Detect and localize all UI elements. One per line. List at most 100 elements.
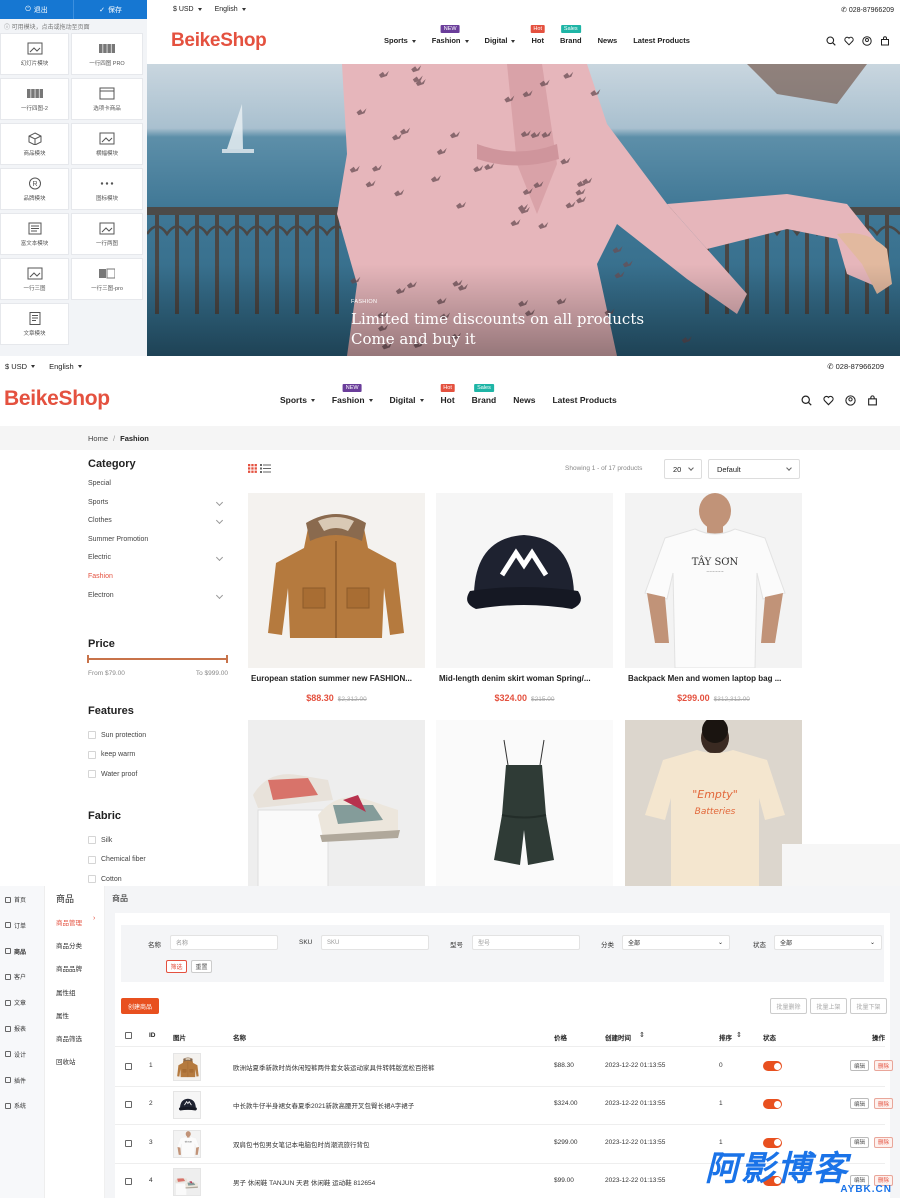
save-button[interactable]: ✓ 保存 (74, 0, 147, 19)
sort-select[interactable]: Default (708, 459, 800, 479)
filter-button[interactable]: 筛选 (166, 960, 187, 973)
edit-button[interactable]: 编辑 (850, 1098, 869, 1110)
nav-item-digital[interactable]: Digital (485, 36, 516, 45)
category-item[interactable]: Electric (88, 554, 111, 561)
checkbox[interactable] (88, 731, 96, 739)
row-name[interactable]: 欧洲站夏季新款时尚休闲短裤两件套女装运动家具件转韩版宽松百搭裤 (233, 1062, 435, 1072)
left-nav-item[interactable]: 插件 (5, 1076, 26, 1085)
delete-button[interactable]: 删除 (874, 1098, 893, 1110)
sku-filter-input[interactable]: SKU (321, 935, 429, 950)
row-checkbox[interactable] (125, 1177, 132, 1185)
create-product-button[interactable]: 创建商品 (121, 998, 159, 1014)
left-nav-item[interactable]: 文章 (5, 998, 26, 1007)
row-checkbox[interactable] (125, 1139, 132, 1147)
builder-module[interactable]: 一行四图-2 (0, 78, 69, 120)
row-name[interactable]: 双肩包书包男女笔记本电脑包时尚潮流旅行背包 (233, 1139, 370, 1149)
language-select[interactable]: English (215, 6, 246, 13)
store-logo[interactable]: BeikeShop (4, 387, 110, 411)
left-nav-item[interactable]: 订单 (5, 921, 26, 930)
left-nav-item[interactable]: 客户 (5, 972, 26, 981)
status-toggle[interactable] (763, 1137, 782, 1148)
price-handle-min[interactable] (87, 655, 89, 663)
product-image[interactable]: TÂY SƠN ~~~~~~ (625, 493, 802, 668)
category-item[interactable]: Summer Promotion (88, 536, 148, 543)
cart-icon[interactable] (867, 395, 878, 406)
batch-button[interactable]: 批量上架 (810, 998, 847, 1014)
nav-item-latest-products[interactable]: Latest Products (552, 395, 616, 405)
name-filter-input[interactable]: 名称 (170, 935, 278, 950)
category-item[interactable]: Special (88, 480, 111, 487)
batch-button[interactable]: 批量删除 (770, 998, 807, 1014)
nav-item-fashion[interactable]: Fashion NEW (432, 25, 469, 45)
nav-item-brand[interactable]: Brand Sales (472, 384, 496, 405)
sub-nav-item[interactable]: 回收站 (56, 1056, 76, 1066)
search-icon[interactable] (801, 395, 812, 406)
table-header[interactable]: 排序 (719, 1032, 732, 1042)
breadcrumb-home[interactable]: Home (88, 434, 108, 443)
builder-module[interactable]: 横幅模块 (71, 123, 143, 165)
nav-item-latest-products[interactable]: Latest Products (633, 36, 690, 45)
builder-module[interactable]: 文章模块 (0, 303, 69, 345)
checkbox[interactable] (88, 875, 96, 883)
product-card[interactable]: TÂY SƠN ~~~~~~ Backpack Men and women lapt… (625, 493, 802, 706)
user-icon[interactable] (845, 395, 856, 406)
product-card[interactable]: "Empty" Batteries (625, 720, 802, 886)
chevron-down-icon[interactable] (215, 498, 224, 506)
nav-item-hot[interactable]: Hot Hot (530, 25, 545, 45)
table-header[interactable]: 创建时间 (605, 1032, 631, 1042)
cart-icon[interactable] (880, 36, 890, 46)
builder-module[interactable]: 图标模块 (71, 168, 143, 210)
category-item[interactable]: Sports (88, 499, 108, 506)
nav-item-hot[interactable]: Hot Hot (440, 384, 455, 405)
left-nav-item[interactable]: 系统 (5, 1101, 26, 1110)
chevron-down-icon[interactable] (215, 554, 224, 562)
category-item[interactable]: Fashion (88, 573, 113, 580)
status-filter-select[interactable]: 全部 ⌄ (774, 935, 882, 950)
delete-button[interactable]: 删除 (874, 1060, 893, 1071)
category-item[interactable]: Clothes (88, 517, 112, 524)
currency-select[interactable]: $ USD (5, 362, 35, 371)
product-image[interactable] (436, 720, 613, 886)
edit-button[interactable]: 编辑 (850, 1060, 869, 1071)
row-checkbox[interactable] (125, 1063, 132, 1070)
nav-item-brand[interactable]: Brand Sales (560, 25, 582, 45)
nav-item-news[interactable]: News (598, 36, 618, 45)
checkbox[interactable] (88, 836, 96, 844)
select-all-checkbox[interactable] (125, 1032, 132, 1039)
builder-module[interactable]: 一行三图 (0, 258, 69, 300)
store-logo[interactable]: BeikeShop (171, 30, 267, 52)
sub-nav-item[interactable]: 属性组 (56, 987, 76, 997)
delete-button[interactable]: 删除 (874, 1136, 893, 1148)
grid-view-icon[interactable] (248, 464, 257, 473)
nav-item-news[interactable]: News (513, 395, 535, 405)
status-toggle[interactable] (763, 1061, 782, 1071)
product-card[interactable] (436, 720, 613, 886)
reset-button[interactable]: 重置 (191, 960, 212, 973)
price-handle-max[interactable] (226, 655, 228, 663)
builder-module[interactable]: 选项卡商品 (71, 78, 143, 120)
checkbox[interactable] (88, 855, 96, 864)
builder-module[interactable]: 富文本模块 (0, 213, 69, 255)
user-icon[interactable] (862, 36, 872, 46)
search-icon[interactable] (826, 36, 836, 46)
sort-icon[interactable]: ⇕ (736, 1031, 742, 1039)
left-nav-item[interactable]: 商品 (5, 947, 26, 956)
product-card[interactable]: European station summer new FASHION... $8… (248, 493, 425, 706)
edit-button[interactable]: 编辑 (850, 1136, 869, 1148)
builder-module[interactable]: 一行两图 (71, 213, 143, 255)
builder-module[interactable]: 商品模块 (0, 123, 69, 165)
model-filter-input[interactable]: 型号 (472, 935, 580, 950)
row-name[interactable]: 男子 休闲鞋 TANJUN 天君 休闲鞋 运动鞋 812654 (233, 1177, 375, 1187)
builder-module[interactable]: R 品牌模块 (0, 168, 69, 210)
category-item[interactable]: Electron (88, 592, 114, 599)
product-image[interactable]: "Empty" Batteries (625, 720, 802, 886)
product-card[interactable]: Mid-length denim skirt woman Spring/... $… (436, 493, 613, 706)
left-nav-item[interactable]: 设计 (5, 1050, 26, 1059)
row-name[interactable]: 中长款牛仔半身裙女春夏季2021新款高腰开叉包臀长裙A字裙子 (233, 1100, 414, 1110)
sub-nav-item[interactable]: 商品分类 (56, 940, 82, 950)
builder-module[interactable]: 幻灯片模块 (0, 33, 69, 75)
sub-nav-item[interactable]: 属性 (56, 1010, 69, 1020)
product-image[interactable] (248, 493, 425, 668)
hero-banner[interactable]: FASHION Limited time discounts on all pr… (147, 64, 900, 356)
row-checkbox[interactable] (125, 1101, 132, 1109)
